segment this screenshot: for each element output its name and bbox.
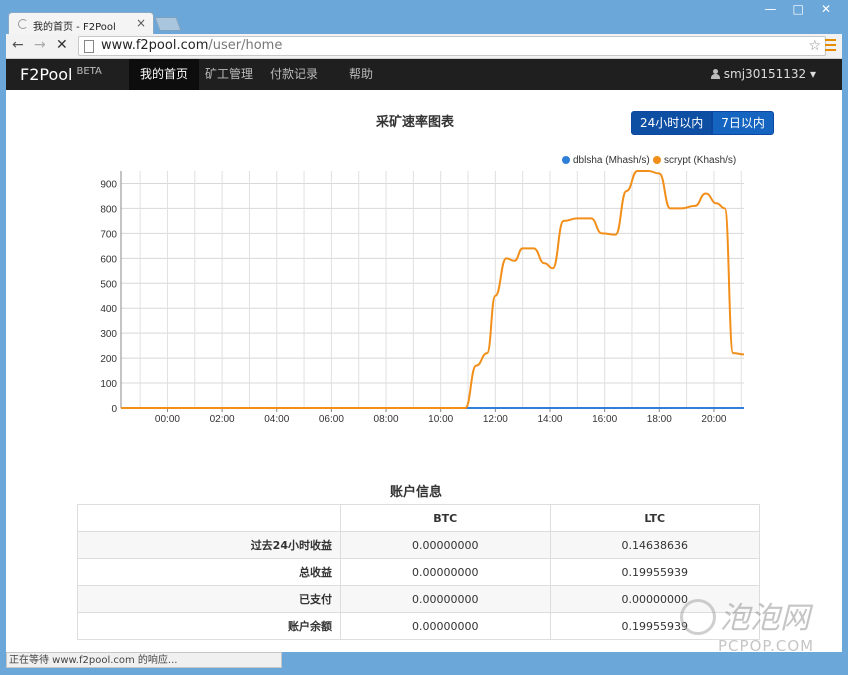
forward-button[interactable]: → — [34, 37, 46, 53]
legend-marker — [562, 156, 570, 164]
table-header-row: BTC LTC — [77, 504, 760, 532]
new-tab-button[interactable] — [154, 17, 182, 31]
maximize-button[interactable]: □ — [786, 2, 810, 16]
hashrate-chart: 0 100 200 300 400 500 600 700 800 900 00:00 02:00 04… — [100, 155, 745, 425]
window-controls: — □ ✕ — [758, 2, 838, 16]
x-tick-label: 18:00 — [647, 414, 672, 425]
address-bar[interactable]: www.f2pool.com/user/home ☆ — [78, 36, 826, 56]
url-path: /user/home — [208, 38, 283, 53]
y-tick-label: 100 — [100, 379, 117, 390]
btc-value: 0.00000000 — [340, 612, 551, 640]
row-label: 过去24小时收益 — [77, 531, 341, 559]
table-row: 已支付 0.00000000 0.00000000 — [77, 585, 760, 613]
table-row: 总收益 0.00000000 0.19955939 — [77, 558, 760, 586]
x-tick-label: 12:00 — [483, 414, 508, 425]
y-tick-label: 600 — [100, 254, 117, 265]
page-icon — [84, 40, 94, 53]
browser-window: 我的首页 - F2Pool × — □ ✕ ← → ✕ www.f2pool.c… — [0, 0, 848, 675]
back-button[interactable]: ← — [12, 37, 24, 53]
watermark-text: 泡泡网 — [720, 601, 810, 636]
y-tick-label: 500 — [100, 279, 117, 290]
legend-marker — [653, 156, 661, 164]
page-viewport: F2Pool BETA 我的首页 矿工管理 付款记录 帮助 smj30151132… — [6, 59, 842, 652]
browser-menu-icon[interactable] — [825, 39, 836, 51]
y-tick-label: 0 — [111, 404, 117, 415]
x-tick-label: 16:00 — [592, 414, 617, 425]
btc-value: 0.00000000 — [340, 585, 551, 613]
stop-button[interactable]: ✕ — [56, 37, 68, 53]
btc-value: 0.00000000 — [340, 558, 551, 586]
row-label: 总收益 — [77, 558, 341, 586]
tab-close-icon[interactable]: × — [136, 16, 146, 30]
x-tick-label: 08:00 — [374, 414, 399, 425]
watermark-logo-icon — [680, 599, 716, 635]
x-tick-label: 10:00 — [428, 414, 453, 425]
x-tick-label: 06:00 — [319, 414, 344, 425]
close-window-button[interactable]: ✕ — [814, 2, 838, 16]
url-host: www.f2pool.com — [101, 38, 209, 53]
url-text: www.f2pool.com/user/home — [101, 37, 282, 55]
y-tick-label: 800 — [100, 204, 117, 215]
browser-toolbar: ← → ✕ www.f2pool.com/user/home ☆ — [6, 34, 842, 59]
column-header — [77, 504, 341, 532]
y-tick-label: 400 — [100, 304, 117, 315]
ltc-value: 0.14638636 — [549, 531, 760, 559]
ltc-value: 0.19955939 — [549, 558, 760, 586]
legend-item: dblsha (Mhash/s) — [573, 155, 650, 166]
status-bar: 正在等待 www.f2pool.com 的响应... — [6, 652, 282, 668]
table-row: 账户余额 0.00000000 0.19955939 — [77, 612, 760, 640]
title-bar: 我的首页 - F2Pool × — □ ✕ — [0, 0, 848, 35]
browser-tab[interactable]: 我的首页 - F2Pool × — [8, 12, 154, 35]
legend-item: scrypt (Khash/s) — [664, 155, 736, 166]
y-tick-label: 900 — [100, 179, 117, 190]
column-header-btc: BTC — [340, 504, 551, 532]
y-tick-label: 700 — [100, 229, 117, 240]
table-row: 过去24小时收益 0.00000000 0.14638636 — [77, 531, 760, 559]
column-header-ltc: LTC — [549, 504, 760, 532]
series-line-scrypt — [121, 170, 745, 410]
account-table: BTC LTC 过去24小时收益 0.00000000 0.14638636 总… — [77, 504, 760, 640]
tab-title: 我的首页 - F2Pool — [33, 22, 116, 33]
watermark-subtext: PCPOP.COM — [718, 637, 815, 655]
watermark: 泡泡网 PCPOP.COM — [680, 593, 830, 659]
row-label: 已支付 — [77, 585, 341, 613]
loading-icon — [18, 19, 28, 29]
row-label: 账户余额 — [77, 612, 341, 640]
btc-value: 0.00000000 — [340, 531, 551, 559]
x-tick-label: 14:00 — [537, 414, 562, 425]
x-tick-label: 20:00 — [701, 414, 726, 425]
x-tick-label: 02:00 — [210, 414, 235, 425]
bookmark-star-icon[interactable]: ☆ — [808, 37, 821, 55]
x-tick-label: 00:00 — [155, 414, 180, 425]
minimize-button[interactable]: — — [758, 2, 782, 16]
account-section-title: 账户信息 — [390, 485, 443, 500]
y-tick-label: 200 — [100, 354, 117, 365]
x-tick-label: 04:00 — [264, 414, 289, 425]
y-tick-label: 300 — [100, 329, 117, 340]
